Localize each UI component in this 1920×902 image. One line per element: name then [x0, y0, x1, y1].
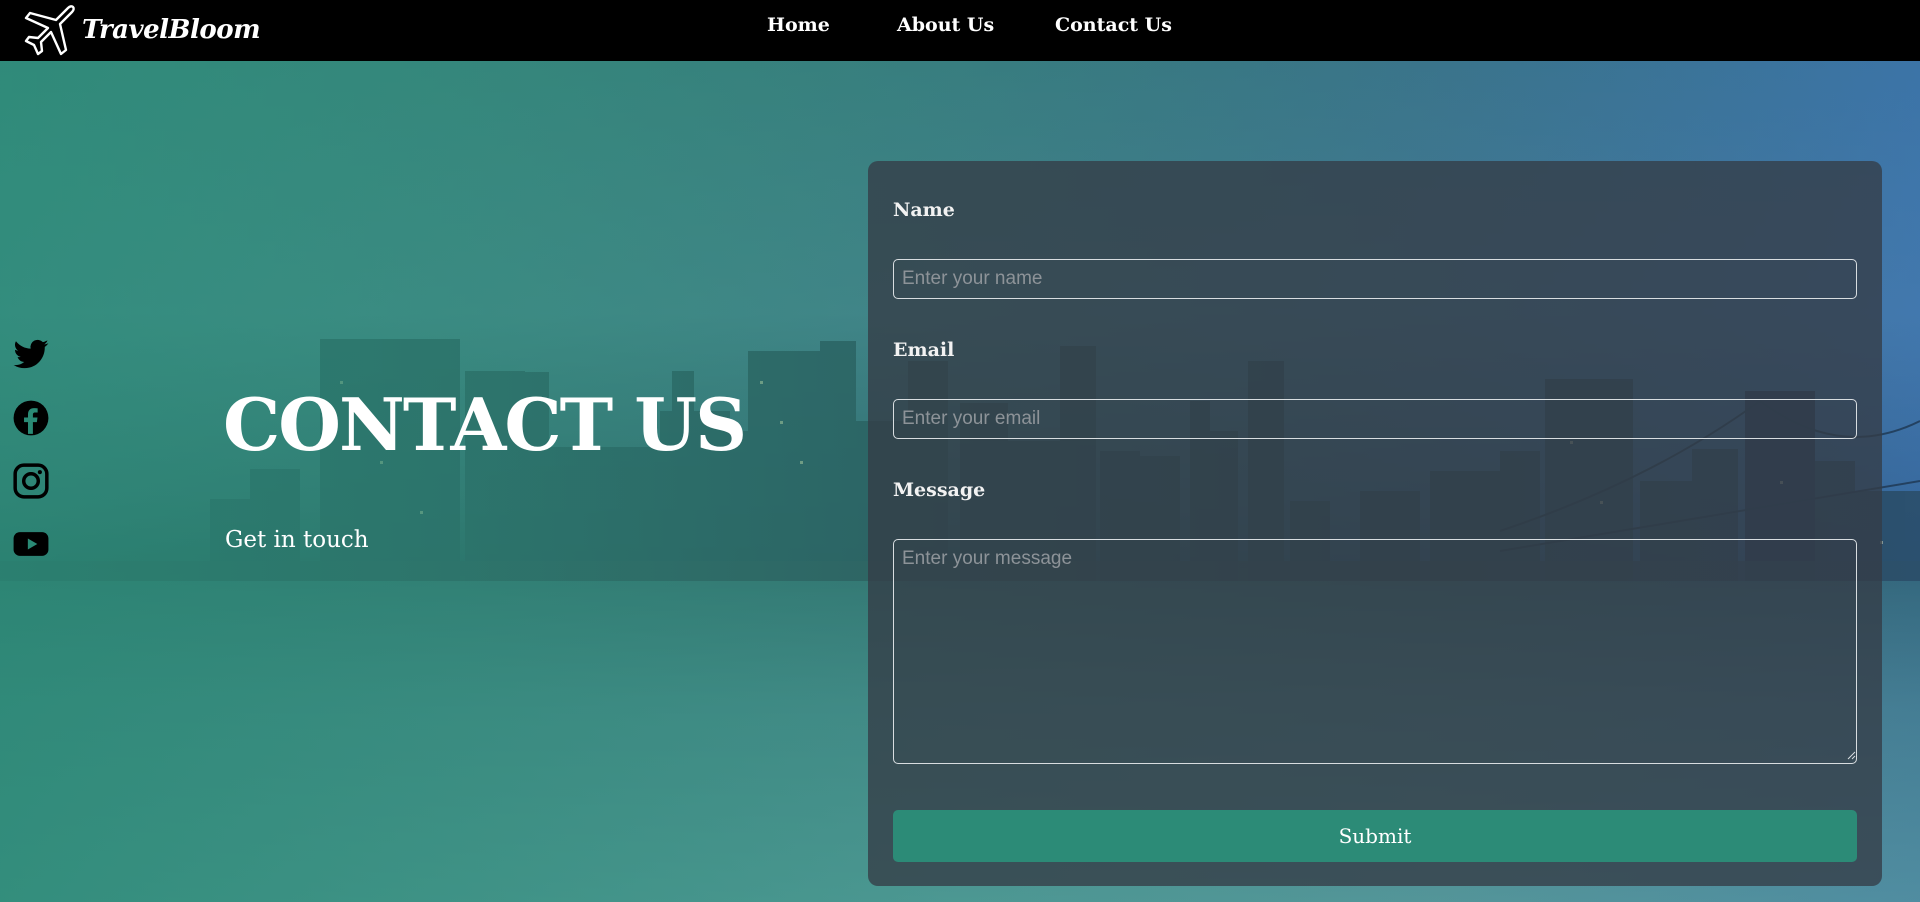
top-navbar: TravelBloom Home About Us Contact Us — [0, 0, 1920, 61]
youtube-icon — [13, 532, 49, 556]
facebook-icon — [13, 400, 49, 436]
social-links — [12, 336, 56, 588]
nav-link-contact-us[interactable]: Contact Us — [1055, 14, 1172, 36]
name-label: Name — [893, 199, 955, 221]
nav-link-about-us[interactable]: About Us — [897, 14, 994, 36]
twitter-link[interactable] — [12, 336, 52, 376]
twitter-icon — [13, 339, 49, 369]
name-input[interactable] — [893, 259, 1857, 299]
brand-logo[interactable]: TravelBloom — [22, 2, 261, 58]
instagram-icon — [13, 463, 49, 499]
page-subtitle: Get in touch — [225, 527, 369, 553]
brand-name: TravelBloom — [82, 15, 261, 45]
nav-link-home[interactable]: Home — [767, 14, 830, 36]
message-textarea[interactable] — [893, 539, 1857, 764]
instagram-link[interactable] — [12, 462, 52, 502]
nav-links: Home About Us Contact Us — [0, 0, 1920, 61]
email-label: Email — [893, 339, 955, 361]
page-title: CONTACT US — [223, 382, 747, 467]
youtube-link[interactable] — [12, 525, 52, 565]
message-label: Message — [893, 479, 986, 501]
email-input[interactable] — [893, 399, 1857, 439]
airplane-icon — [24, 5, 75, 56]
facebook-link[interactable] — [12, 399, 52, 439]
submit-button[interactable]: Submit — [893, 810, 1857, 862]
contact-form: Name Email Message Submit — [868, 161, 1882, 886]
